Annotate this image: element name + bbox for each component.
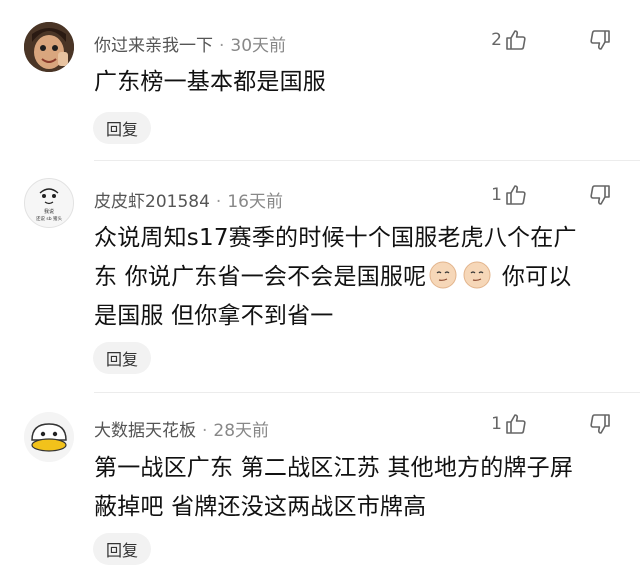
avatar[interactable] bbox=[24, 22, 74, 72]
avatar-image bbox=[24, 22, 74, 72]
smirk-emoji-icon bbox=[463, 261, 491, 289]
avatar-caption-bottom: 还说 sb 猪头 bbox=[36, 215, 63, 222]
comment-text-line: 东 你说广东省一会不会是国服呢 你可以 bbox=[94, 258, 622, 297]
avatar-image: 我说 还说 sb 猪头 bbox=[25, 179, 73, 227]
smirk-emoji-icon bbox=[429, 261, 457, 289]
comment-time: 16天前 bbox=[227, 192, 283, 212]
like-count: 1 bbox=[491, 185, 502, 205]
like-count: 2 bbox=[491, 30, 502, 50]
separator-dot: · bbox=[202, 421, 208, 441]
comment-text: 广东榜一基本都是国服 bbox=[94, 69, 326, 95]
avatar-image bbox=[24, 412, 74, 462]
avatar[interactable] bbox=[24, 412, 74, 462]
reply-button[interactable]: 回复 bbox=[93, 112, 151, 144]
comment-meta: 大数据天花板 · 28天前 bbox=[94, 416, 269, 441]
like-count: 1 bbox=[491, 414, 502, 434]
reply-button[interactable]: 回复 bbox=[93, 342, 151, 374]
comment-text-line: 是国服 但你拿不到省一 bbox=[94, 303, 334, 329]
username[interactable]: 大数据天花板 bbox=[94, 421, 196, 441]
divider bbox=[94, 392, 640, 393]
avatar-caption-top: 我说 bbox=[44, 208, 54, 215]
comment-time: 30天前 bbox=[230, 36, 287, 56]
comment-meta: 你过来亲我一下 · 30天前 bbox=[94, 31, 286, 56]
reply-button[interactable]: 回复 bbox=[93, 533, 151, 565]
comment-text-line: 蔽掉吧 省牌还没这两战区市牌高 bbox=[94, 494, 427, 520]
comment-time: 28天前 bbox=[213, 421, 270, 441]
like-button[interactable]: 1 bbox=[491, 412, 528, 436]
dislike-button[interactable] bbox=[588, 412, 612, 440]
thumbs-down-icon bbox=[590, 414, 610, 434]
separator-dot: · bbox=[219, 36, 225, 56]
comment-text-line: 众说周知s17赛季的时候十个国服老虎八个在广 bbox=[94, 225, 577, 251]
username[interactable]: 你过来亲我一下 bbox=[94, 36, 213, 56]
divider bbox=[94, 160, 640, 161]
dislike-button[interactable] bbox=[588, 183, 612, 211]
like-button[interactable]: 1 bbox=[491, 183, 528, 207]
comment-text: 第一战区广东 第二战区江苏 其他地方的牌子屏 蔽掉吧 省牌还没这两战区市牌高 bbox=[94, 449, 622, 527]
thumbs-up-icon bbox=[506, 30, 526, 50]
separator-dot: · bbox=[215, 192, 222, 212]
dislike-button[interactable] bbox=[588, 28, 612, 56]
comment-text-line: 第一战区广东 第二战区江苏 其他地方的牌子屏 bbox=[94, 455, 574, 481]
comment-text-segment: 东 你说广东省一会不会是国服呢 bbox=[94, 264, 427, 290]
avatar[interactable]: 我说 还说 sb 猪头 bbox=[24, 178, 74, 228]
like-button[interactable]: 2 bbox=[491, 28, 528, 52]
thumbs-up-icon bbox=[506, 185, 526, 205]
comment-meta: 皮皮虾201584 · 16天前 bbox=[94, 187, 283, 212]
comment-text-segment: 你可以 bbox=[494, 264, 572, 290]
thumbs-down-icon bbox=[590, 30, 610, 50]
thumbs-up-icon bbox=[506, 414, 526, 434]
username[interactable]: 皮皮虾201584 bbox=[94, 192, 210, 212]
comment-text: 众说周知s17赛季的时候十个国服老虎八个在广 东 你说广东省一会不会是国服呢 你… bbox=[94, 219, 622, 336]
thumbs-down-icon bbox=[590, 185, 610, 205]
